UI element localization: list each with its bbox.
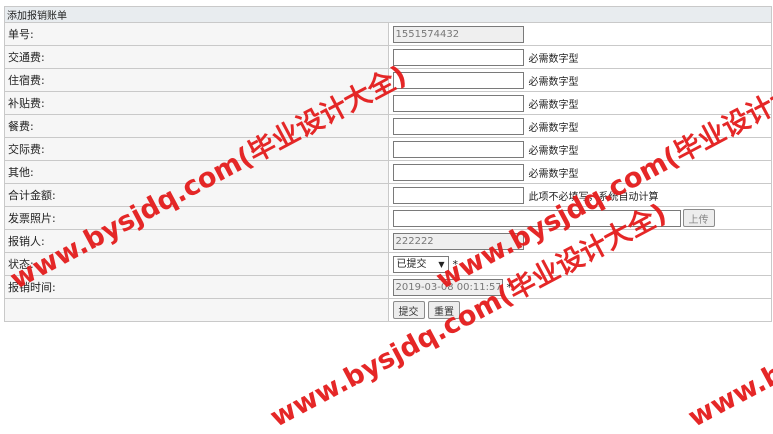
- reimburse-time-field[interactable]: [392, 278, 503, 296]
- transport-hint: 必需数字型: [528, 53, 579, 65]
- time-required-mark: *: [506, 280, 513, 294]
- actions-spacer: [4, 298, 389, 322]
- social-label: 交际费:: [4, 137, 389, 161]
- status-select-value: 已提交: [396, 258, 427, 270]
- transport-field[interactable]: [392, 48, 524, 66]
- status-select[interactable]: 已提交 ▼: [392, 255, 449, 273]
- lodging-label: 住宿费:: [4, 68, 389, 92]
- meal-label: 餐费:: [4, 114, 389, 138]
- other-label: 其他:: [4, 160, 389, 184]
- invoice-photo-label: 发票照片:: [4, 206, 389, 230]
- status-label: 状态:: [4, 252, 389, 276]
- subsidy-label: 补贴费:: [4, 91, 389, 115]
- total-field[interactable]: [392, 186, 524, 204]
- meal-hint: 必需数字型: [528, 122, 579, 134]
- meal-field[interactable]: [392, 117, 524, 135]
- reimburser-label: 报销人:: [4, 229, 389, 253]
- status-required-mark: *: [452, 257, 459, 271]
- lodging-hint: 必需数字型: [528, 76, 579, 88]
- subsidy-field[interactable]: [392, 94, 524, 112]
- order-no-field[interactable]: [392, 25, 524, 43]
- other-hint: 必需数字型: [528, 168, 579, 180]
- invoice-photo-field[interactable]: [392, 209, 681, 227]
- form-title: 添加报销账单: [4, 6, 772, 23]
- total-hint: 此项不必填写，系统自动计算: [528, 191, 659, 203]
- upload-button[interactable]: 上传: [682, 209, 715, 227]
- total-label: 合计金额:: [4, 183, 389, 207]
- reimburse-time-label: 报销时间:: [4, 275, 389, 299]
- expense-form: 添加报销账单 单号: 交通费: 必需数字型 住宿费: 必需数字型 补贴费: 必需…: [4, 6, 772, 322]
- other-field[interactable]: [392, 163, 524, 181]
- lodging-field[interactable]: [392, 71, 524, 89]
- social-field[interactable]: [392, 140, 524, 158]
- transport-label: 交通费:: [4, 45, 389, 69]
- social-hint: 必需数字型: [528, 145, 579, 157]
- reimburser-field[interactable]: [392, 232, 524, 250]
- submit-button[interactable]: 提交: [392, 301, 425, 319]
- chevron-down-icon: ▼: [438, 259, 445, 269]
- reset-button[interactable]: 重置: [428, 301, 460, 319]
- order-no-label: 单号:: [4, 22, 389, 46]
- subsidy-hint: 必需数字型: [528, 99, 579, 111]
